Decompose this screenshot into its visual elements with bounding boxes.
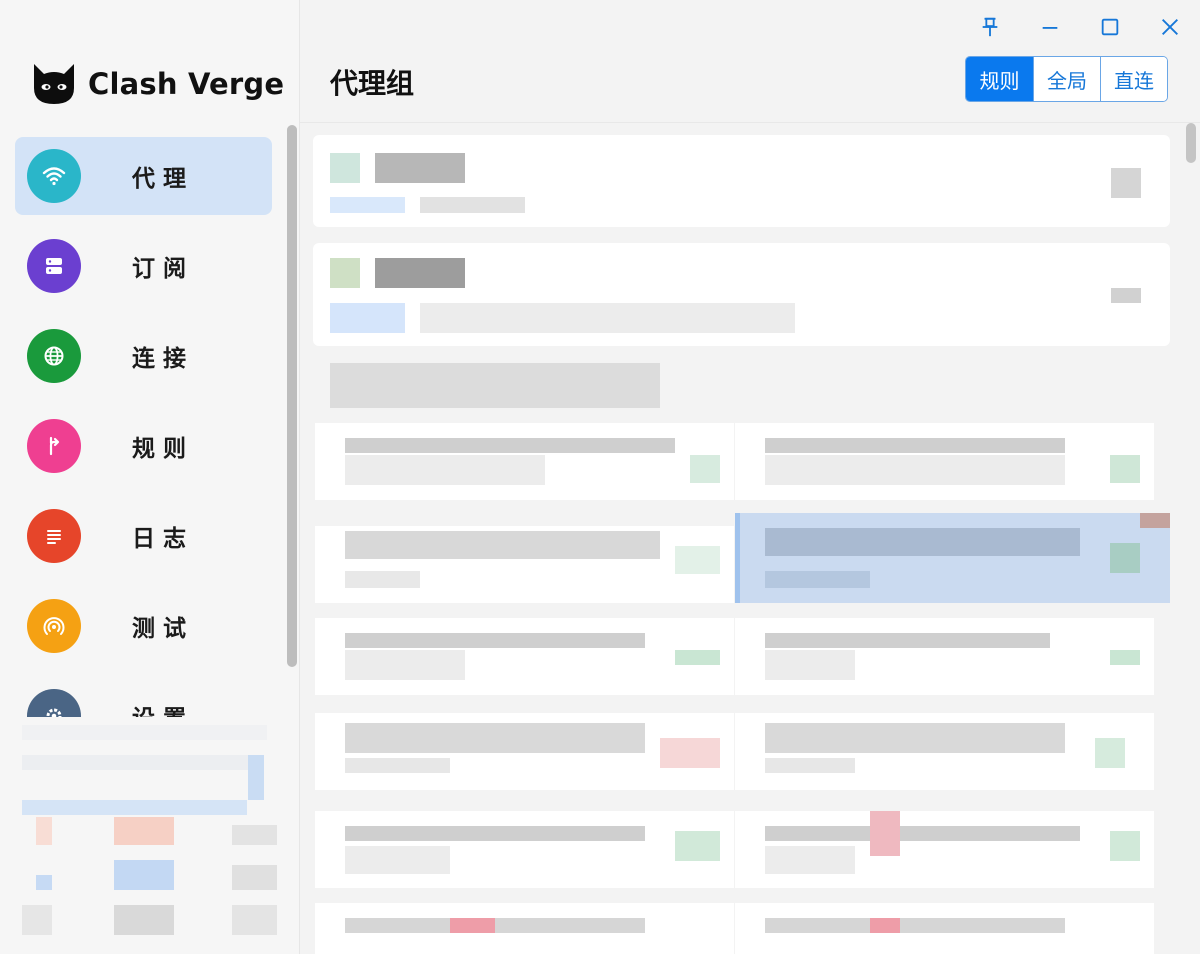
sidebar: Clash Verge 代理 订阅 连接 规则 日志 测试 (0, 0, 300, 954)
proxy-node-tile[interactable] (315, 713, 734, 790)
sidebar-item-connections[interactable]: 连接 (15, 317, 272, 395)
maximize-button[interactable] (1097, 14, 1123, 40)
gear-icon (27, 689, 81, 717)
app-name: Clash Verge (88, 67, 285, 101)
sidebar-item-test[interactable]: 测试 (15, 587, 272, 665)
sidebar-item-settings[interactable]: 设置 (15, 677, 272, 717)
pin-icon (982, 17, 998, 37)
sidebar-item-label: 规则 (132, 436, 194, 462)
content-scrollbar[interactable] (1186, 123, 1196, 163)
sidebar-nav: 代理 订阅 连接 规则 日志 测试 (15, 137, 272, 717)
list-lines-icon (27, 509, 81, 563)
app-logo: Clash Verge (30, 60, 284, 108)
proxy-node-tile[interactable] (315, 903, 734, 954)
sidebar-item-label: 日志 (132, 526, 194, 552)
pin-button[interactable] (977, 14, 1003, 40)
sidebar-item-label: 测试 (132, 616, 194, 642)
sidebar-scrollbar[interactable] (287, 125, 297, 667)
sidebar-item-logs[interactable]: 日志 (15, 497, 272, 575)
proxy-node-tile[interactable] (315, 618, 734, 695)
proxy-node-tile[interactable] (315, 811, 734, 888)
mode-rule-button[interactable]: 规则 (966, 57, 1033, 101)
wifi-icon (27, 149, 81, 203)
proxy-node-tile[interactable] (315, 526, 734, 603)
mode-direct-button[interactable]: 直连 (1100, 57, 1167, 101)
cat-logo-icon (34, 64, 74, 104)
minimize-button[interactable] (1037, 14, 1063, 40)
proxy-node-tile[interactable] (735, 713, 1154, 790)
mode-global-button[interactable]: 全局 (1033, 57, 1100, 101)
proxy-node-tile[interactable] (735, 423, 1154, 500)
proxy-group-card[interactable] (313, 243, 1170, 346)
minimize-icon (1042, 27, 1058, 29)
fork-arrow-icon (27, 419, 81, 473)
main-area: 代理组 规则 全局 直连 (300, 0, 1200, 954)
proxy-node-tile[interactable] (735, 618, 1154, 695)
sidebar-item-rules[interactable]: 规则 (15, 407, 272, 485)
sidebar-item-label: 连接 (132, 346, 194, 372)
server-icon (27, 239, 81, 293)
page-title: 代理组 (330, 67, 415, 100)
signal-icon (27, 599, 81, 653)
sidebar-item-label: 订阅 (132, 256, 194, 282)
proxy-group-card[interactable] (313, 135, 1170, 227)
group-subheading-obscured (330, 363, 660, 408)
sidebar-item-proxies[interactable]: 代理 (15, 137, 272, 215)
close-icon (1162, 19, 1178, 35)
proxy-groups-content-obscured (300, 123, 1200, 954)
globe-icon (27, 329, 81, 383)
sidebar-item-label: 代理 (132, 166, 194, 192)
sidebar-item-profiles[interactable]: 订阅 (15, 227, 272, 305)
traffic-graph-obscured (22, 725, 280, 940)
proxy-node-tile[interactable] (735, 903, 1154, 954)
proxy-node-tile-selected[interactable] (735, 513, 1170, 603)
close-button[interactable] (1157, 14, 1183, 40)
maximize-icon (1101, 18, 1119, 36)
proxy-node-tile[interactable] (735, 811, 1154, 888)
proxy-mode-switch: 规则 全局 直连 (965, 56, 1168, 102)
sidebar-item-label: 设置 (132, 699, 194, 717)
proxy-node-tile[interactable] (315, 423, 734, 500)
